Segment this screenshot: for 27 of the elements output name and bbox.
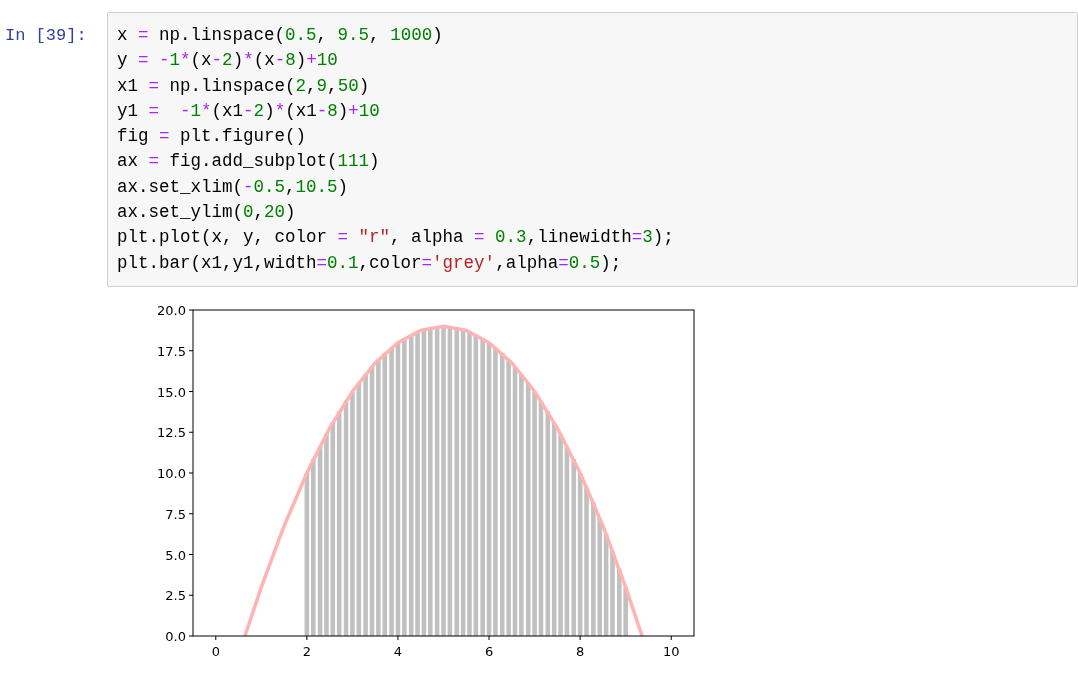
code-line: plt.plot(x, y, color = "r", alpha = 0.3,linewidth=3);	[117, 226, 674, 250]
tick-label: 17.5	[157, 343, 186, 359]
tick-label: 0	[211, 643, 220, 659]
tick-label: 2.5	[165, 588, 186, 604]
tick-label: 6	[484, 643, 494, 659]
tick-label: 7.5	[165, 506, 186, 522]
tick-label: 5.0	[165, 547, 186, 563]
code-line: ax.set_ylim(0,20)	[117, 201, 296, 225]
code-cell[interactable]	[107, 12, 1078, 287]
code-line: ax.set_xlim(-0.5,10.5)	[117, 175, 349, 199]
code-line: ax = fig.add_subplot(111)	[117, 150, 380, 174]
tick-label: 10	[662, 643, 680, 659]
cell-prompt: In [39]:	[5, 25, 87, 47]
tick-label: 10.0	[157, 465, 186, 481]
tick-label: 4	[393, 643, 403, 659]
tick-label: 12.5	[157, 425, 186, 441]
code-line: x = np.linspace(0.5, 9.5, 1000)	[117, 24, 443, 47]
code-line: plt.bar(x1,y1,width=0.1,color='grey',alpha=0.5);	[117, 251, 622, 275]
code-line: y1 = -1*(x1-2)*(x1-8)+10	[117, 99, 380, 123]
tick-label: 15.0	[157, 384, 186, 400]
tick-label: 8	[576, 643, 585, 659]
code-line: fig = plt.figure()	[117, 125, 307, 149]
tick-label: 2	[302, 643, 311, 659]
tick-label: 0.0	[165, 628, 186, 644]
tick-label: 20.0	[157, 302, 186, 318]
code-line: x1 = np.linspace(2,9,50)	[117, 74, 370, 98]
code-line: y = -1*(x-2)*(x-8)+10	[117, 49, 338, 73]
